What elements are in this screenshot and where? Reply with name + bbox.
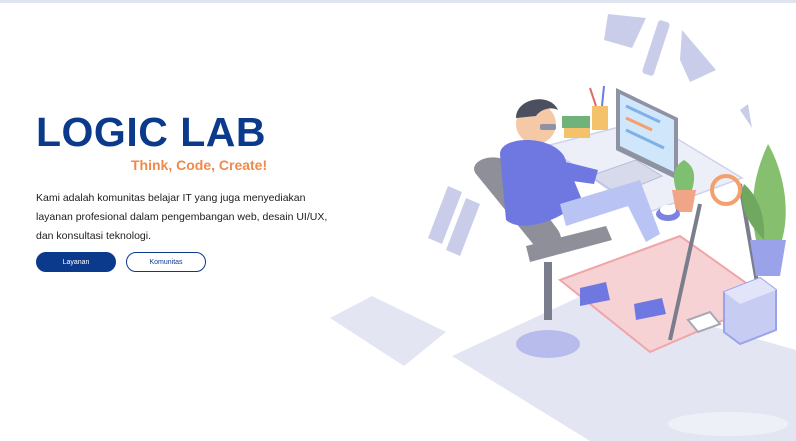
person-glasses-icon [540, 124, 556, 130]
hero-tagline: Think, Code, Create! [131, 157, 268, 173]
code-slash-icon [642, 20, 670, 76]
chair-post [544, 262, 552, 320]
chair-base [516, 330, 580, 358]
floor-shadow [668, 412, 788, 436]
floating-shape-icon [740, 104, 752, 128]
floor-tile-left [330, 296, 446, 366]
brand-title: LOGIC LAB [36, 109, 266, 155]
tall-plant-pot [750, 240, 786, 276]
hero-section: LOGIC LAB Think, Code, Create! Kami adal… [0, 0, 796, 441]
code-bracket-left-icon [604, 14, 646, 48]
komunitas-button[interactable]: Komunitas [126, 252, 206, 272]
book-icon [562, 116, 590, 128]
hero-description: Kami adalah komunitas belajar IT yang ju… [36, 192, 328, 242]
person-coding-illustration [330, 14, 796, 441]
pencil-cup-icon [592, 106, 608, 130]
layanan-button[interactable]: Layanan [36, 252, 116, 272]
code-bracket-right-icon [680, 30, 716, 82]
